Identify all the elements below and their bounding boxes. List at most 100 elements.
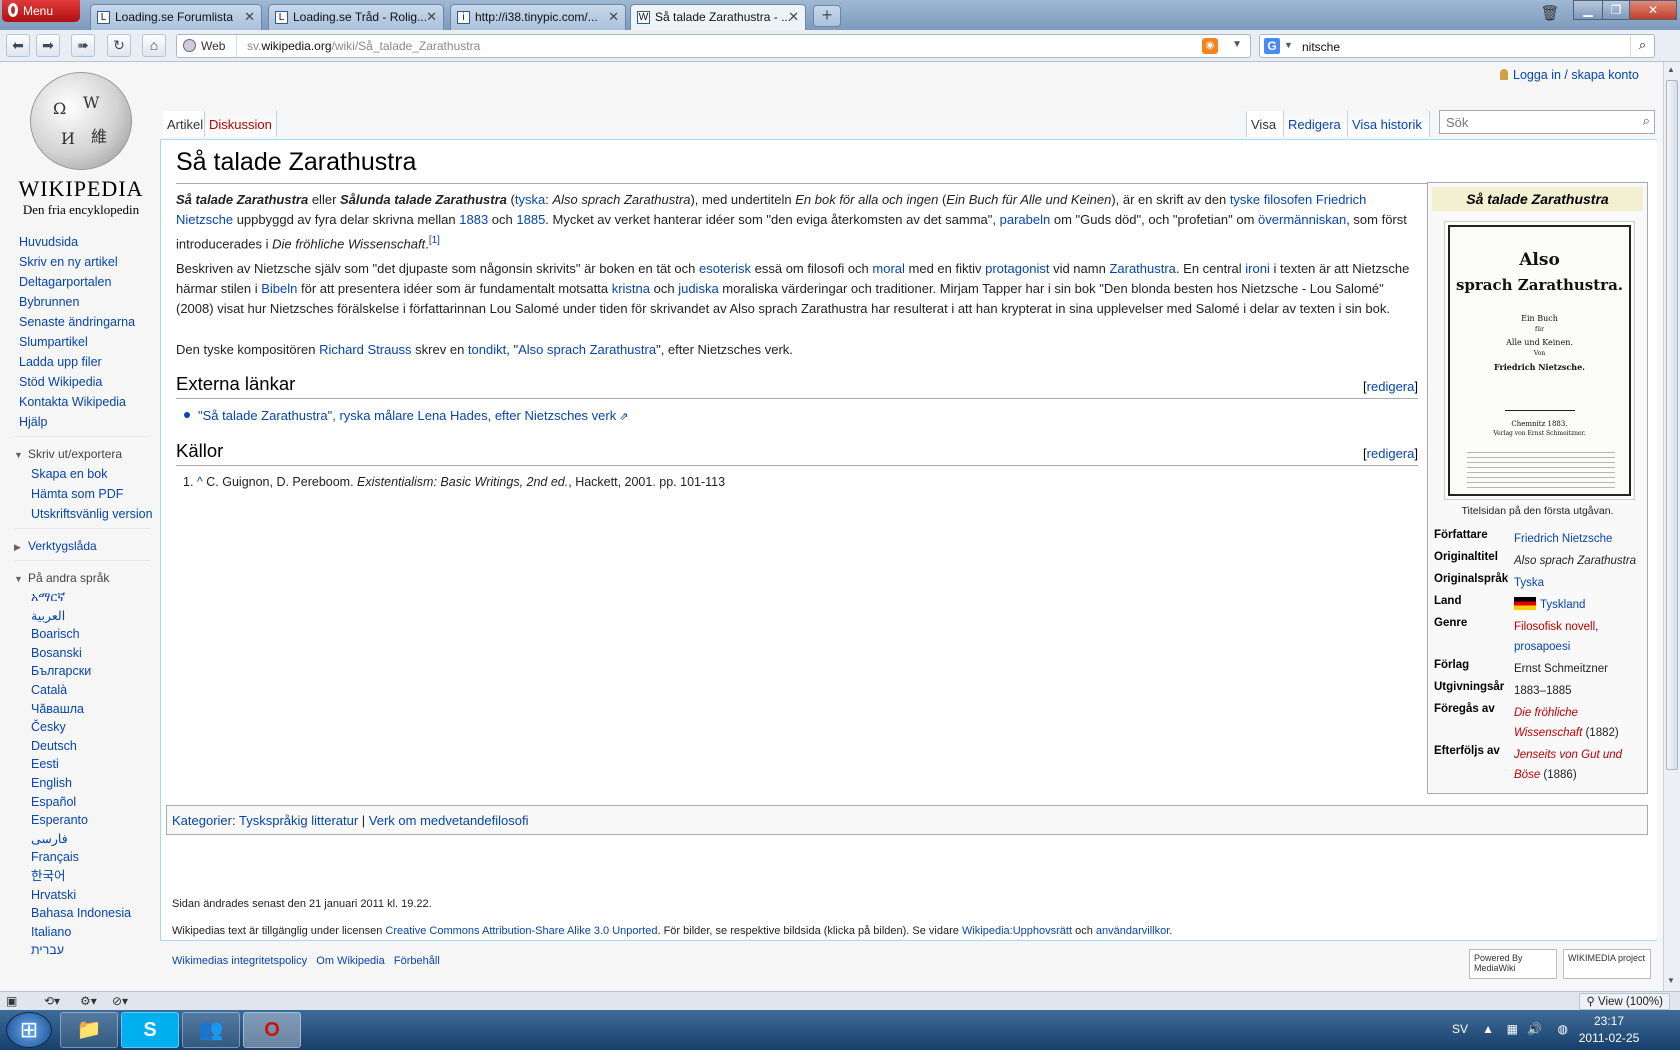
- terms-link[interactable]: användarvillkor: [1096, 925, 1169, 937]
- link-also-sprach[interactable]: Also sprach Zarathustra: [518, 342, 656, 357]
- link-language[interactable]: Tyska: [1514, 577, 1544, 589]
- mediawiki-badge[interactable]: Powered By MediaWiki: [1469, 949, 1557, 979]
- messenger-icon[interactable]: 👥: [182, 1012, 240, 1048]
- link-protagonist[interactable]: protagonist: [985, 261, 1049, 276]
- address-mode[interactable]: Web: [177, 35, 237, 57]
- scroll-up-icon[interactable]: ▲: [1667, 65, 1675, 74]
- language-link[interactable]: فارسی: [31, 830, 160, 849]
- unite-icon[interactable]: ⚙▾: [80, 994, 97, 1008]
- tab-artikel[interactable]: Artikel: [163, 111, 205, 137]
- rss-feed-icon[interactable]: ◉: [1202, 38, 1218, 54]
- sidebar-nav-link[interactable]: Senaste ändringarna: [19, 312, 160, 332]
- chevron-down-icon[interactable]: ▼: [1232, 39, 1242, 50]
- reload-button[interactable]: ↻: [107, 34, 131, 57]
- browser-tab[interactable]: L Loading.se Tråd - Rolig... ✕: [268, 4, 444, 30]
- category-link[interactable]: Tyskspråkig litteratur: [239, 813, 358, 828]
- trash-icon[interactable]: 🗑: [1540, 4, 1560, 26]
- browser-tab[interactable]: i http://i38.tinypic.com/... ✕: [450, 4, 626, 30]
- language-link[interactable]: አማርኛ: [31, 588, 160, 607]
- link-judiska[interactable]: judiska: [678, 281, 718, 296]
- wikimedia-badge[interactable]: WIKIMEDIA project: [1563, 949, 1651, 979]
- search-query[interactable]: nitsche: [1302, 40, 1340, 54]
- language-link[interactable]: Eesti: [31, 755, 160, 774]
- disclaimer-link[interactable]: Förbehåll: [394, 955, 440, 967]
- language-link[interactable]: Italiano: [31, 923, 160, 942]
- scroll-down-icon[interactable]: ▼: [1667, 976, 1675, 985]
- wikipedia-logo[interactable]: ΩWИ維 WIKIPEDIA Den fria encyklopedin: [16, 72, 146, 222]
- opera-menu-button[interactable]: Menu: [2, 0, 80, 22]
- language-link[interactable]: Català: [31, 681, 160, 700]
- categories-label-link[interactable]: Kategorier: [172, 813, 232, 828]
- language-link[interactable]: Bahasa Indonesia: [31, 904, 160, 923]
- link-bibeln[interactable]: Bibeln: [261, 281, 297, 296]
- minimize-button[interactable]: ▁: [1573, 0, 1603, 20]
- sidebar-nav-link[interactable]: Huvudsida: [19, 232, 160, 252]
- google-icon[interactable]: G: [1264, 38, 1280, 54]
- sidebar-print-link[interactable]: Hämta som PDF: [31, 484, 160, 504]
- link-1885[interactable]: 1885: [516, 212, 545, 227]
- tab-redigera[interactable]: Redigera: [1284, 111, 1348, 137]
- language-link[interactable]: Чăвашла: [31, 700, 160, 719]
- link-ironi[interactable]: ironi: [1245, 261, 1270, 276]
- search-engine-field[interactable]: G ▼ nitsche ⌕: [1259, 34, 1655, 58]
- privacy-link[interactable]: Wikimedias integritetspolicy: [172, 955, 307, 967]
- sidebar-nav-link[interactable]: Kontakta Wikipedia: [19, 392, 160, 412]
- language-link[interactable]: עברית: [31, 941, 160, 960]
- external-link[interactable]: "Så talade Zarathustra", ryska målare Le…: [198, 408, 616, 423]
- search-icon[interactable]: ⌕: [1643, 113, 1650, 129]
- utorrent-icon[interactable]: ◍: [1558, 1022, 1568, 1036]
- clock-time[interactable]: 23:17: [1574, 1014, 1644, 1028]
- sidebar-nav-link[interactable]: Slumpartikel: [19, 332, 160, 352]
- close-icon[interactable]: ✕: [608, 9, 619, 25]
- link-country[interactable]: Tyskland: [1540, 599, 1585, 611]
- link-genre[interactable]: Filosofisk novell: [1514, 621, 1595, 633]
- restore-button[interactable]: ❐: [1602, 0, 1630, 20]
- portal-languages[interactable]: ▼ På andra språk: [14, 568, 160, 588]
- language-link[interactable]: Bosanski: [31, 644, 160, 663]
- back-button[interactable]: ⬅: [6, 34, 30, 57]
- language-link[interactable]: English: [31, 774, 160, 793]
- language-link[interactable]: العربية: [31, 607, 160, 626]
- link-previous-work[interactable]: Die fröhliche Wissenschaft: [1514, 707, 1582, 739]
- edit-link[interactable]: redigera: [1367, 379, 1415, 394]
- sidebar-print-link[interactable]: Utskriftsvänlig version: [31, 504, 160, 524]
- scrollbar-thumb[interactable]: [1666, 80, 1678, 770]
- language-link[interactable]: Deutsch: [31, 737, 160, 756]
- link-moral[interactable]: moral: [872, 261, 905, 276]
- link-zarathustra[interactable]: Zarathustra: [1109, 261, 1175, 276]
- wiki-search-input[interactable]: Sök ⌕: [1439, 110, 1655, 134]
- link-tondikt[interactable]: tondikt: [468, 342, 506, 357]
- sidebar-print-link[interactable]: Skapa en bok: [31, 464, 160, 484]
- skype-icon[interactable]: S: [121, 1012, 179, 1048]
- vertical-scrollbar[interactable]: ▲ ▼: [1663, 62, 1680, 991]
- tab-visa[interactable]: Visa: [1246, 111, 1284, 137]
- tab-visa-historik[interactable]: Visa historik: [1348, 111, 1430, 137]
- link-richard-strauss[interactable]: Richard Strauss: [319, 342, 411, 357]
- opera-icon[interactable]: O: [243, 1012, 301, 1048]
- reference-link[interactable]: [1]: [429, 235, 440, 246]
- address-bar[interactable]: Web sv.wikipedia.org/wiki/Så_talade_Zara…: [176, 34, 1251, 58]
- edit-section-link[interactable]: [redigera]: [1363, 379, 1418, 394]
- sync-icon[interactable]: ⟲▾: [44, 994, 60, 1008]
- sidebar-nav-link[interactable]: Ladda upp filer: [19, 352, 160, 372]
- link-tyska[interactable]: tyska: [515, 192, 545, 207]
- panel-toggle-icon[interactable]: ▣: [6, 994, 17, 1008]
- link-author[interactable]: Friedrich Nietzsche: [1514, 533, 1612, 545]
- home-button[interactable]: ⌂: [142, 34, 166, 57]
- sidebar-nav-link[interactable]: Stöd Wikipedia: [19, 372, 160, 392]
- close-icon[interactable]: ✕: [788, 9, 799, 25]
- book-cover-image[interactable]: Also sprach Zarathustra. Ein Buch für Al…: [1444, 221, 1635, 500]
- link-tyske-filosofen[interactable]: tyske filosofen: [1230, 192, 1312, 207]
- browser-tab[interactable]: L Loading.se Forumlista ✕: [90, 4, 262, 30]
- edit-section-link[interactable]: [redigera]: [1363, 446, 1418, 461]
- copyright-link[interactable]: Wikipedia:Upphovsrätt: [962, 925, 1072, 937]
- link-kristna[interactable]: kristna: [612, 281, 650, 296]
- portal-heading[interactable]: Verktygslåda: [28, 539, 97, 553]
- start-button[interactable]: ⊞: [6, 1012, 52, 1048]
- language-link[interactable]: Hrvatski: [31, 886, 160, 905]
- tab-diskussion[interactable]: Diskussion: [205, 111, 277, 137]
- edit-link[interactable]: redigera: [1367, 446, 1415, 461]
- volume-icon[interactable]: 🔊: [1527, 1022, 1542, 1036]
- close-window-button[interactable]: ✕: [1629, 0, 1677, 20]
- fast-forward-button[interactable]: ➠: [71, 34, 95, 57]
